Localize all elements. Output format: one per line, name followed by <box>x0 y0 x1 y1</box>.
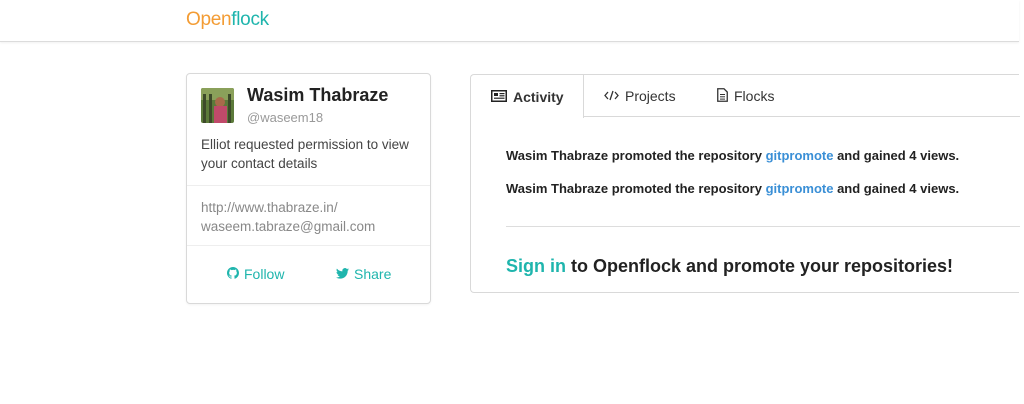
code-icon <box>604 88 619 104</box>
logo-text-flock: flock <box>231 9 269 30</box>
tab-projects-label: Projects <box>625 88 676 104</box>
signin-link[interactable]: Sign in <box>506 256 566 276</box>
tab-flocks-label: Flocks <box>734 88 775 104</box>
share-label: Share <box>354 266 392 282</box>
profile-status-message: Elliot requested permission to view your… <box>201 137 409 171</box>
profile-website-link[interactable]: http://www.thabraze.in/ <box>201 200 338 215</box>
card-divider <box>187 185 430 186</box>
profile-card: Wasim Thabraze @waseem18 Elliot requeste… <box>186 73 431 304</box>
newspaper-icon <box>491 89 507 105</box>
profile-name: Wasim Thabraze <box>247 85 389 105</box>
repository-link[interactable]: gitpromote <box>766 148 834 163</box>
repository-link[interactable]: gitpromote <box>766 181 834 196</box>
avatar <box>201 88 234 123</box>
activity-text: Wasim Thabraze promoted the repository <box>506 148 766 163</box>
activity-text: and gained 4 views. <box>833 148 960 163</box>
top-navbar: Openflock <box>0 0 1019 42</box>
activity-text: Wasim Thabraze promoted the repository <box>506 181 766 196</box>
feed-divider <box>506 226 1020 227</box>
activity-item: Wasim Thabraze promoted the repository g… <box>506 181 959 196</box>
github-icon <box>227 266 240 282</box>
card-divider <box>187 245 430 246</box>
logo-text-open: Open <box>186 9 232 30</box>
follow-label: Follow <box>244 266 285 282</box>
twitter-icon <box>336 266 349 282</box>
share-button[interactable]: Share <box>336 266 391 282</box>
document-icon <box>717 87 728 105</box>
activity-item: Wasim Thabraze promoted the repository g… <box>506 148 959 163</box>
profile-email[interactable]: waseem.tabraze@gmail.com <box>201 219 375 234</box>
tab-flocks[interactable]: Flocks <box>717 75 774 117</box>
signin-prompt: Sign in to Openflock and promote your re… <box>506 256 953 277</box>
follow-button[interactable]: Follow <box>227 266 284 282</box>
activity-text: and gained 4 views. <box>833 181 960 196</box>
profile-handle: @waseem18 <box>247 110 324 125</box>
signin-text: to Openflock and promote your repositori… <box>566 256 954 276</box>
tab-projects[interactable]: Projects <box>604 75 676 117</box>
tab-activity[interactable]: Activity <box>471 75 584 118</box>
openflock-logo[interactable]: Openflock <box>186 9 269 31</box>
activity-panel: Activity Projects Flocks Wasim Thabraze … <box>470 74 1020 293</box>
tab-activity-label: Activity <box>513 88 564 105</box>
